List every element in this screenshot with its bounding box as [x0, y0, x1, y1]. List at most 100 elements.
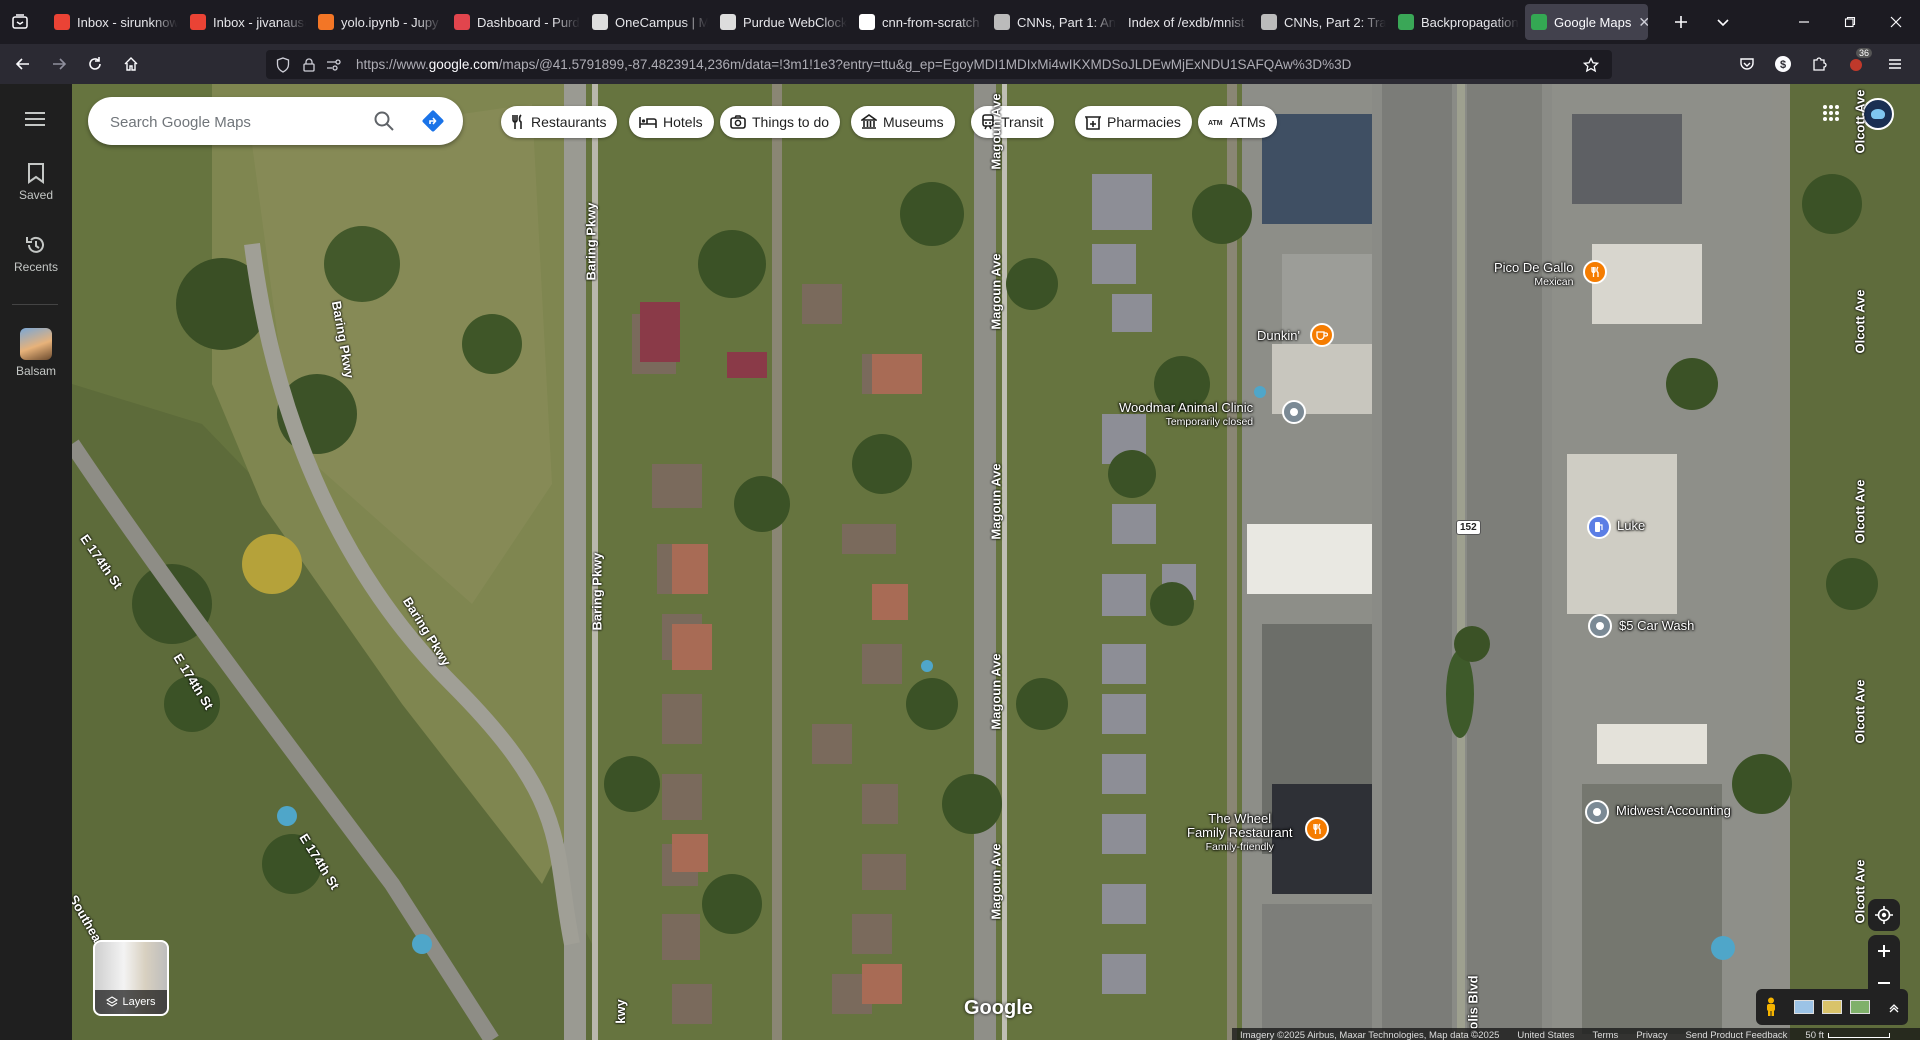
map-type-thumbnail-2[interactable]	[1822, 1000, 1842, 1014]
my-location-button[interactable]	[1868, 899, 1900, 931]
browser-tab[interactable]: Purdue WebClock	[714, 4, 847, 40]
main-menu-hamburger-icon[interactable]	[24, 111, 46, 132]
chevron-up-icon[interactable]	[1888, 1001, 1900, 1013]
new-tab-button[interactable]	[1667, 8, 1695, 36]
reload-icon[interactable]	[80, 50, 110, 78]
onecampus-icon	[592, 14, 608, 30]
zoom-in-button[interactable]	[1877, 935, 1891, 967]
jupyter-icon	[318, 14, 334, 30]
browser-tab[interactable]: Inbox - jivanaus@	[184, 4, 306, 40]
street-label-olcott-ave-2: Olcott Ave	[1852, 289, 1868, 354]
terms-link[interactable]: Terms	[1592, 1030, 1618, 1040]
restaurant-pin-icon[interactable]	[1305, 817, 1329, 841]
search-icon[interactable]	[373, 110, 395, 137]
extensions-puzzle-icon[interactable]	[1804, 50, 1834, 78]
permissions-icon[interactable]	[325, 56, 343, 74]
location-pin-icon[interactable]	[1282, 400, 1306, 424]
search-input[interactable]	[108, 109, 362, 135]
lock-icon[interactable]	[300, 56, 318, 74]
place-label-luke[interactable]: Luke	[1617, 519, 1645, 533]
gas-station-pin-icon[interactable]	[1587, 515, 1611, 539]
browser-tab[interactable]: CNNs, Part 2: Trai	[1255, 4, 1386, 40]
directions-icon[interactable]	[422, 110, 444, 137]
plus-icon	[1878, 945, 1890, 957]
restaurant-pin-icon[interactable]	[1583, 260, 1607, 284]
place-label-5-car-wash[interactable]: $5 Car Wash	[1619, 619, 1694, 633]
layers-label-bar: Layers	[95, 990, 167, 1014]
pin-dot	[1290, 408, 1298, 416]
browser-tab[interactable]: cnn-from-scratch	[853, 4, 983, 40]
browser-tab-title: Google Maps	[1554, 14, 1632, 30]
layers-button[interactable]: Layers	[93, 940, 169, 1016]
forward-arrow-icon[interactable]	[44, 50, 74, 78]
back-arrow-icon[interactable]	[8, 50, 38, 78]
chip-restaurants[interactable]: Restaurants	[501, 106, 618, 138]
browser-tab-title: Dashboard - Purd	[477, 14, 580, 30]
purdue-icon	[720, 14, 736, 30]
place-label-pico-de-gallo[interactable]: Pico De Gallo Mexican	[1494, 261, 1573, 289]
browser-tab[interactable]: yolo.ipynb - Jupy	[312, 4, 442, 40]
browser-tab[interactable]: Index of /exdb/mnist	[1122, 4, 1250, 40]
app-menu-icon[interactable]	[1880, 50, 1910, 78]
privacy-link[interactable]: Privacy	[1636, 1030, 1667, 1040]
backprop-icon	[1398, 14, 1414, 30]
chip-things-to-do[interactable]: Things to do	[720, 106, 841, 138]
send-feedback-link[interactable]: Send Product Feedback	[1685, 1030, 1787, 1040]
scale-bar[interactable]: 50 ft	[1805, 1030, 1890, 1040]
location-pin-icon[interactable]	[1585, 800, 1609, 824]
chip-pharmacies[interactable]: Pharmacies	[1075, 106, 1192, 138]
place-label-midwest-accounting[interactable]: Midwest Accounting	[1616, 804, 1731, 818]
coffee-cup-pin-icon[interactable]	[1310, 323, 1334, 347]
browser-tab-title: Inbox - jivanaus@	[213, 14, 306, 30]
street-label-olcott-ave-4: Olcott Ave	[1852, 679, 1868, 744]
browser-tab-strip: Inbox - sirunknow Inbox - jivanaus@ yolo.i…	[0, 0, 1920, 44]
chip-atms[interactable]: ATM ATMs	[1198, 106, 1277, 138]
bookmark-icon	[28, 163, 44, 184]
google-apps-grid-icon[interactable]	[1822, 104, 1840, 127]
saved-button[interactable]: Saved	[0, 162, 72, 202]
chip-hotels[interactable]: Hotels	[629, 106, 714, 138]
pocket-icon[interactable]	[1732, 50, 1762, 78]
minimize-window-button[interactable]	[1790, 8, 1818, 36]
search-box[interactable]	[88, 97, 463, 145]
browser-tab-title: CNNs, Part 2: Trai	[1284, 14, 1386, 30]
browser-tab[interactable]: Google Maps ✕	[1525, 4, 1648, 40]
browser-tab[interactable]: CNNs, Part 1: An	[988, 4, 1116, 40]
browser-tab[interactable]: Backpropagation	[1392, 4, 1519, 40]
svg-text:ATM: ATM	[1208, 120, 1223, 127]
map-type-thumbnail-1[interactable]	[1794, 1000, 1814, 1014]
recent-place-balsam[interactable]: Balsam	[0, 328, 72, 378]
home-icon[interactable]	[116, 50, 146, 78]
tracking-protection-shield-icon[interactable]	[274, 56, 292, 74]
victorzhou-icon	[994, 14, 1010, 30]
restore-window-button[interactable]	[1836, 8, 1864, 36]
url-bar[interactable]: https://www.google.com/maps/@41.5791899,…	[266, 50, 1612, 79]
recents-button[interactable]: Recents	[0, 234, 72, 274]
browser-tab[interactable]: Inbox - sirunknow	[48, 4, 178, 40]
pegman-icon[interactable]	[1764, 997, 1778, 1017]
browser-tab-title: yolo.ipynb - Jupy	[341, 14, 439, 30]
street-label-baring-pkwy-1: Baring Pkwy	[583, 202, 599, 281]
close-tab-icon[interactable]: ✕	[1638, 14, 1648, 31]
url-text[interactable]: https://www.google.com/maps/@41.5791899,…	[356, 57, 1351, 72]
camera-icon	[730, 115, 746, 129]
browser-tab[interactable]: Dashboard - Purd	[448, 4, 580, 40]
account-icon[interactable]: $	[1768, 50, 1798, 78]
list-all-tabs-chevron-icon[interactable]	[1709, 8, 1737, 36]
tab-list-icon[interactable]	[6, 8, 34, 36]
satellite-map-canvas[interactable]: Restaurants Hotels Things to do Museums …	[72, 84, 1920, 1040]
place-label-the-wheel-family-restaurant[interactable]: The Wheel Family Restaurant Family-frien…	[1187, 812, 1292, 854]
chip-museums[interactable]: Museums	[851, 106, 955, 138]
location-pin-icon[interactable]	[1588, 614, 1612, 638]
place-label-woodmar-animal-clinic[interactable]: Woodmar Animal Clinic Temporarily closed	[1119, 401, 1253, 429]
map-type-thumbnail-3[interactable]	[1850, 1000, 1870, 1014]
extension-badge-count: 36	[1856, 48, 1873, 58]
country-link[interactable]: United States	[1517, 1030, 1574, 1040]
extension-badge-icon[interactable]: 36	[1842, 48, 1873, 78]
bookmark-star-icon[interactable]	[1582, 56, 1600, 74]
street-label-baring-pkwy-2: Baring Pkwy	[589, 552, 605, 631]
place-label-dunkin[interactable]: Dunkin'	[1257, 329, 1300, 343]
chip-transit[interactable]: Transit	[971, 106, 1055, 138]
browser-tab[interactable]: OneCampus | Mo	[586, 4, 708, 40]
close-window-button[interactable]	[1882, 8, 1910, 36]
